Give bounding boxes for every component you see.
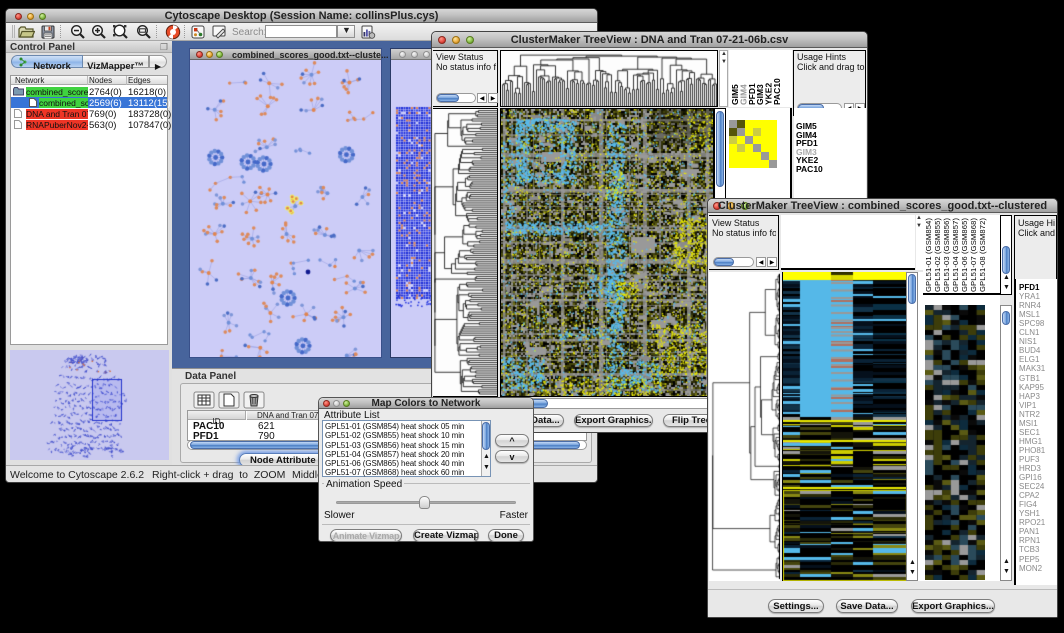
svg-text:PAC10: PAC10 xyxy=(772,78,782,105)
svg-text:GPL51-03 (GSM856): GPL51-03 (GSM856) xyxy=(942,218,951,292)
svg-text:GPL51-08 (GSM872): GPL51-08 (GSM872) xyxy=(978,218,987,292)
svg-text:GPL51-06 (GSM865): GPL51-06 (GSM865) xyxy=(960,218,969,292)
svg-text:GPL51-01 (GSM854): GPL51-01 (GSM854) xyxy=(924,218,933,292)
svg-text:GPL51-07 (GSM868): GPL51-07 (GSM868) xyxy=(969,218,978,292)
svg-text:GPL51-04 (GSM857): GPL51-04 (GSM857) xyxy=(951,218,960,292)
svg-text:GPL51-02 (GSM855): GPL51-02 (GSM855) xyxy=(933,218,942,292)
